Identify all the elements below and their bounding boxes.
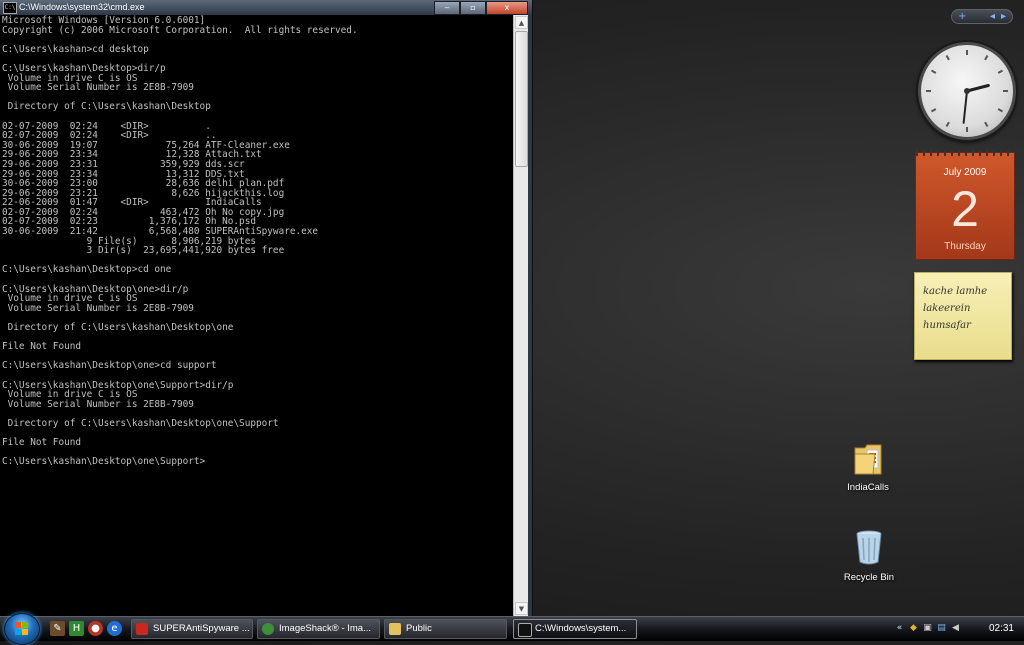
clock-tick — [984, 121, 989, 128]
scroll-thumb[interactable] — [515, 31, 528, 167]
taskbar-task-cmd[interactable]: C:\Windows\system... — [513, 619, 637, 639]
quicklaunch-tool-icon[interactable]: ✎ — [50, 621, 65, 636]
minimize-button[interactable]: ‒ — [434, 1, 460, 15]
next-gadget-button[interactable]: ▸ — [1001, 11, 1006, 22]
task-label: Public — [406, 623, 432, 634]
clock-tick — [997, 69, 1004, 74]
windows-logo-icon — [15, 622, 28, 635]
task-label: C:\Windows\system... — [535, 623, 627, 634]
task-label: SUPERAntiSpyware ... — [153, 623, 250, 634]
desktop-icon-label: Recycle Bin — [843, 572, 895, 583]
chrome-icon — [262, 623, 274, 635]
note-line: lakeerein — [923, 303, 971, 314]
shield-icon[interactable]: ◆ — [908, 623, 919, 634]
clock-tick — [945, 54, 950, 61]
quicklaunch-app-icon[interactable]: H — [69, 621, 84, 636]
quicklaunch-ie-icon[interactable]: e — [107, 621, 122, 636]
clock-tick — [930, 69, 937, 74]
folder-icon — [389, 623, 401, 635]
system-tray: « ◆ ▣ ▤ ◀ 02:31 — [892, 617, 1024, 641]
prev-gadget-button[interactable]: ◂ — [990, 11, 995, 22]
window-frame — [528, 15, 532, 616]
task-label: ImageShack® - Ima... — [279, 623, 372, 634]
show-hidden-icons-icon[interactable]: « — [894, 623, 905, 634]
tray-clock[interactable]: 02:31 — [989, 617, 1014, 641]
clock-tick — [930, 108, 937, 113]
clock-face-icon — [926, 50, 1008, 132]
cmd-app-icon[interactable]: C:\ — [3, 2, 17, 14]
vertical-scrollbar[interactable]: ▲ ▼ — [513, 15, 529, 616]
notes-gadget[interactable]: kache lamhe lakeerein humsafar — [914, 272, 1012, 360]
volume-icon[interactable]: ◀ — [950, 623, 961, 634]
calendar-rings — [916, 150, 1014, 156]
sidebar-gadget-controls[interactable]: + ◂ ▸ — [951, 9, 1013, 24]
scroll-down-arrow-icon[interactable]: ▼ — [515, 602, 528, 615]
console-text: Microsoft Windows [Version 6.0.6001] Cop… — [2, 15, 358, 468]
network-icon[interactable]: ▣ — [922, 623, 933, 634]
quicklaunch-chrome-icon[interactable]: ● — [88, 621, 103, 636]
console-output[interactable]: Microsoft Windows [Version 6.0.6001] Cop… — [0, 15, 513, 616]
desktop-icon-recycle-bin[interactable]: Recycle Bin — [832, 528, 906, 583]
calendar-month: July 2009 — [943, 167, 987, 178]
desktop-icon-indiacalls[interactable]: IndiaCalls — [831, 440, 905, 493]
start-button[interactable] — [4, 613, 40, 645]
display-icon[interactable]: ▤ — [936, 623, 947, 634]
taskbar: ✎ H ● e SUPERAntiSpyware ... ImageShack®… — [0, 613, 1024, 645]
clock-tick — [997, 108, 1004, 113]
clock-minute-hand — [962, 90, 968, 124]
clock-tick — [984, 54, 989, 61]
calendar-day: 2 — [951, 181, 979, 237]
desktop-icon-label: IndiaCalls — [847, 482, 889, 493]
taskbar-task-public[interactable]: Public — [384, 619, 507, 639]
clock-hour-hand — [965, 83, 990, 93]
superantispyware-icon — [136, 623, 148, 635]
calendar-gadget[interactable]: July 2009 2 Thursday — [915, 150, 1015, 260]
recycle-bin-icon — [856, 530, 882, 565]
maximize-button[interactable]: ▫ — [460, 1, 486, 15]
cmd-window[interactable]: C:\ C:\Windows\system32\cmd.exe ‒ ▫ x Mi… — [0, 0, 533, 616]
clock-gadget[interactable] — [918, 42, 1016, 140]
clock-tick — [945, 121, 950, 128]
taskbar-task-imageshack[interactable]: ImageShack® - Ima... — [257, 619, 380, 639]
note-line: kache lamhe — [923, 286, 988, 297]
cmd-icon — [518, 623, 532, 637]
folder-icon — [854, 444, 882, 475]
taskbar-task-superantispyware[interactable]: SUPERAntiSpyware ... — [131, 619, 253, 639]
window-title: C:\Windows\system32\cmd.exe — [19, 2, 145, 12]
add-gadget-button[interactable]: + — [958, 11, 966, 22]
note-line: humsafar — [923, 320, 971, 331]
close-button[interactable]: x — [486, 1, 528, 15]
scroll-up-arrow-icon[interactable]: ▲ — [515, 16, 528, 29]
cmd-titlebar[interactable]: C:\ C:\Windows\system32\cmd.exe ‒ ▫ x — [0, 0, 532, 15]
calendar-weekday: Thursday — [944, 241, 986, 252]
